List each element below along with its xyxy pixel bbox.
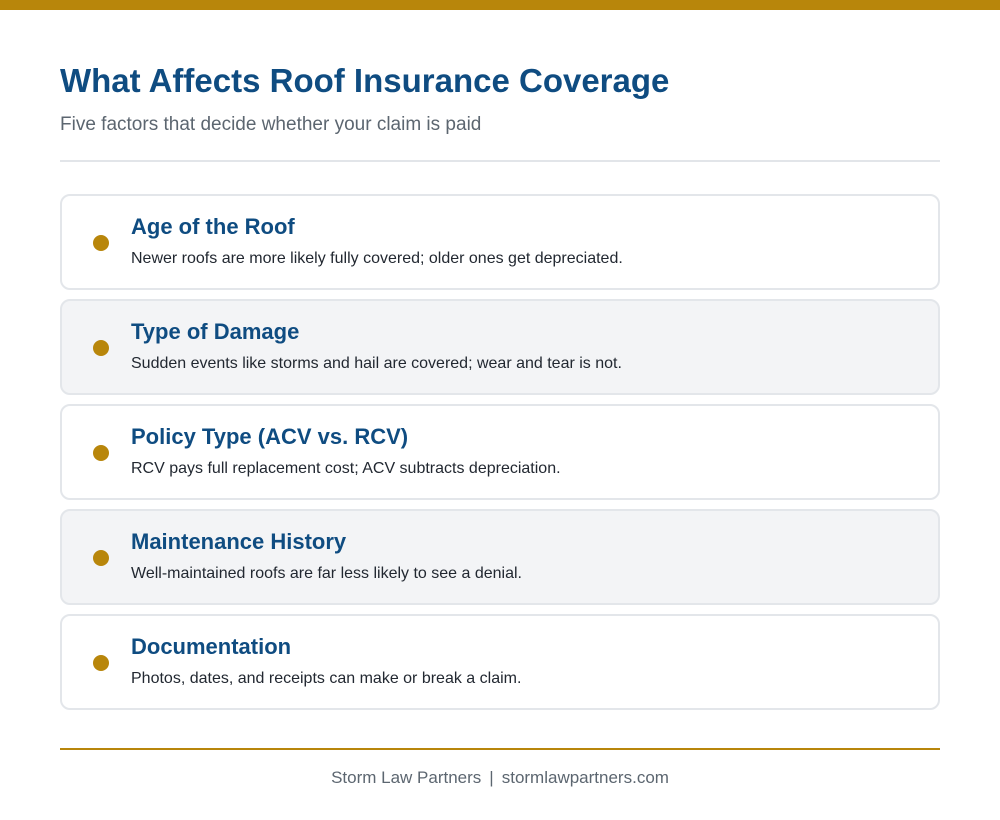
bullet-dot-icon [93, 655, 109, 671]
top-accent-bar [0, 0, 1000, 10]
footer-company: Storm Law Partners [331, 768, 482, 787]
factor-title: Maintenance History [131, 529, 347, 554]
factor-description: Well-maintained roofs are far less likel… [131, 565, 522, 582]
factor-description: Photos, dates, and receipts can make or … [131, 670, 522, 687]
factor-description: Newer roofs are more likely fully covere… [131, 250, 623, 267]
factor-title: Policy Type (ACV vs. RCV) [131, 424, 409, 449]
factor-card-policy: Policy Type (ACV vs. RCV) RCV pays full … [60, 404, 940, 500]
bullet-dot-icon [93, 340, 109, 356]
header-divider [60, 160, 940, 162]
factor-description: RCV pays full replacement cost; ACV subt… [131, 460, 561, 477]
factor-card-maintenance: Maintenance History Well-maintained roof… [60, 509, 940, 605]
footer-website-link[interactable]: stormlawpartners.com [502, 768, 669, 787]
factor-card-damage: Type of Damage Sudden events like storms… [60, 299, 940, 395]
factor-title: Documentation [131, 634, 292, 659]
factor-title: Type of Damage [131, 319, 300, 344]
factor-card-age: Age of the Roof Newer roofs are more lik… [60, 194, 940, 290]
page-title: What Affects Roof Insurance Coverage [60, 62, 670, 99]
factor-title: Age of the Roof [131, 214, 295, 239]
footer-separator: | [489, 768, 494, 787]
factor-card-documentation: Documentation Photos, dates, and receipt… [60, 614, 940, 710]
page-subtitle: Five factors that decide whether your cl… [60, 114, 482, 135]
footer-divider [60, 748, 940, 750]
factor-description: Sudden events like storms and hail are c… [131, 355, 622, 372]
bullet-dot-icon [93, 550, 109, 566]
factor-list: Age of the Roof Newer roofs are more lik… [60, 194, 940, 719]
bullet-dot-icon [93, 235, 109, 251]
footer: Storm Law Partners | stormlawpartners.com [0, 768, 1000, 788]
bullet-dot-icon [93, 445, 109, 461]
